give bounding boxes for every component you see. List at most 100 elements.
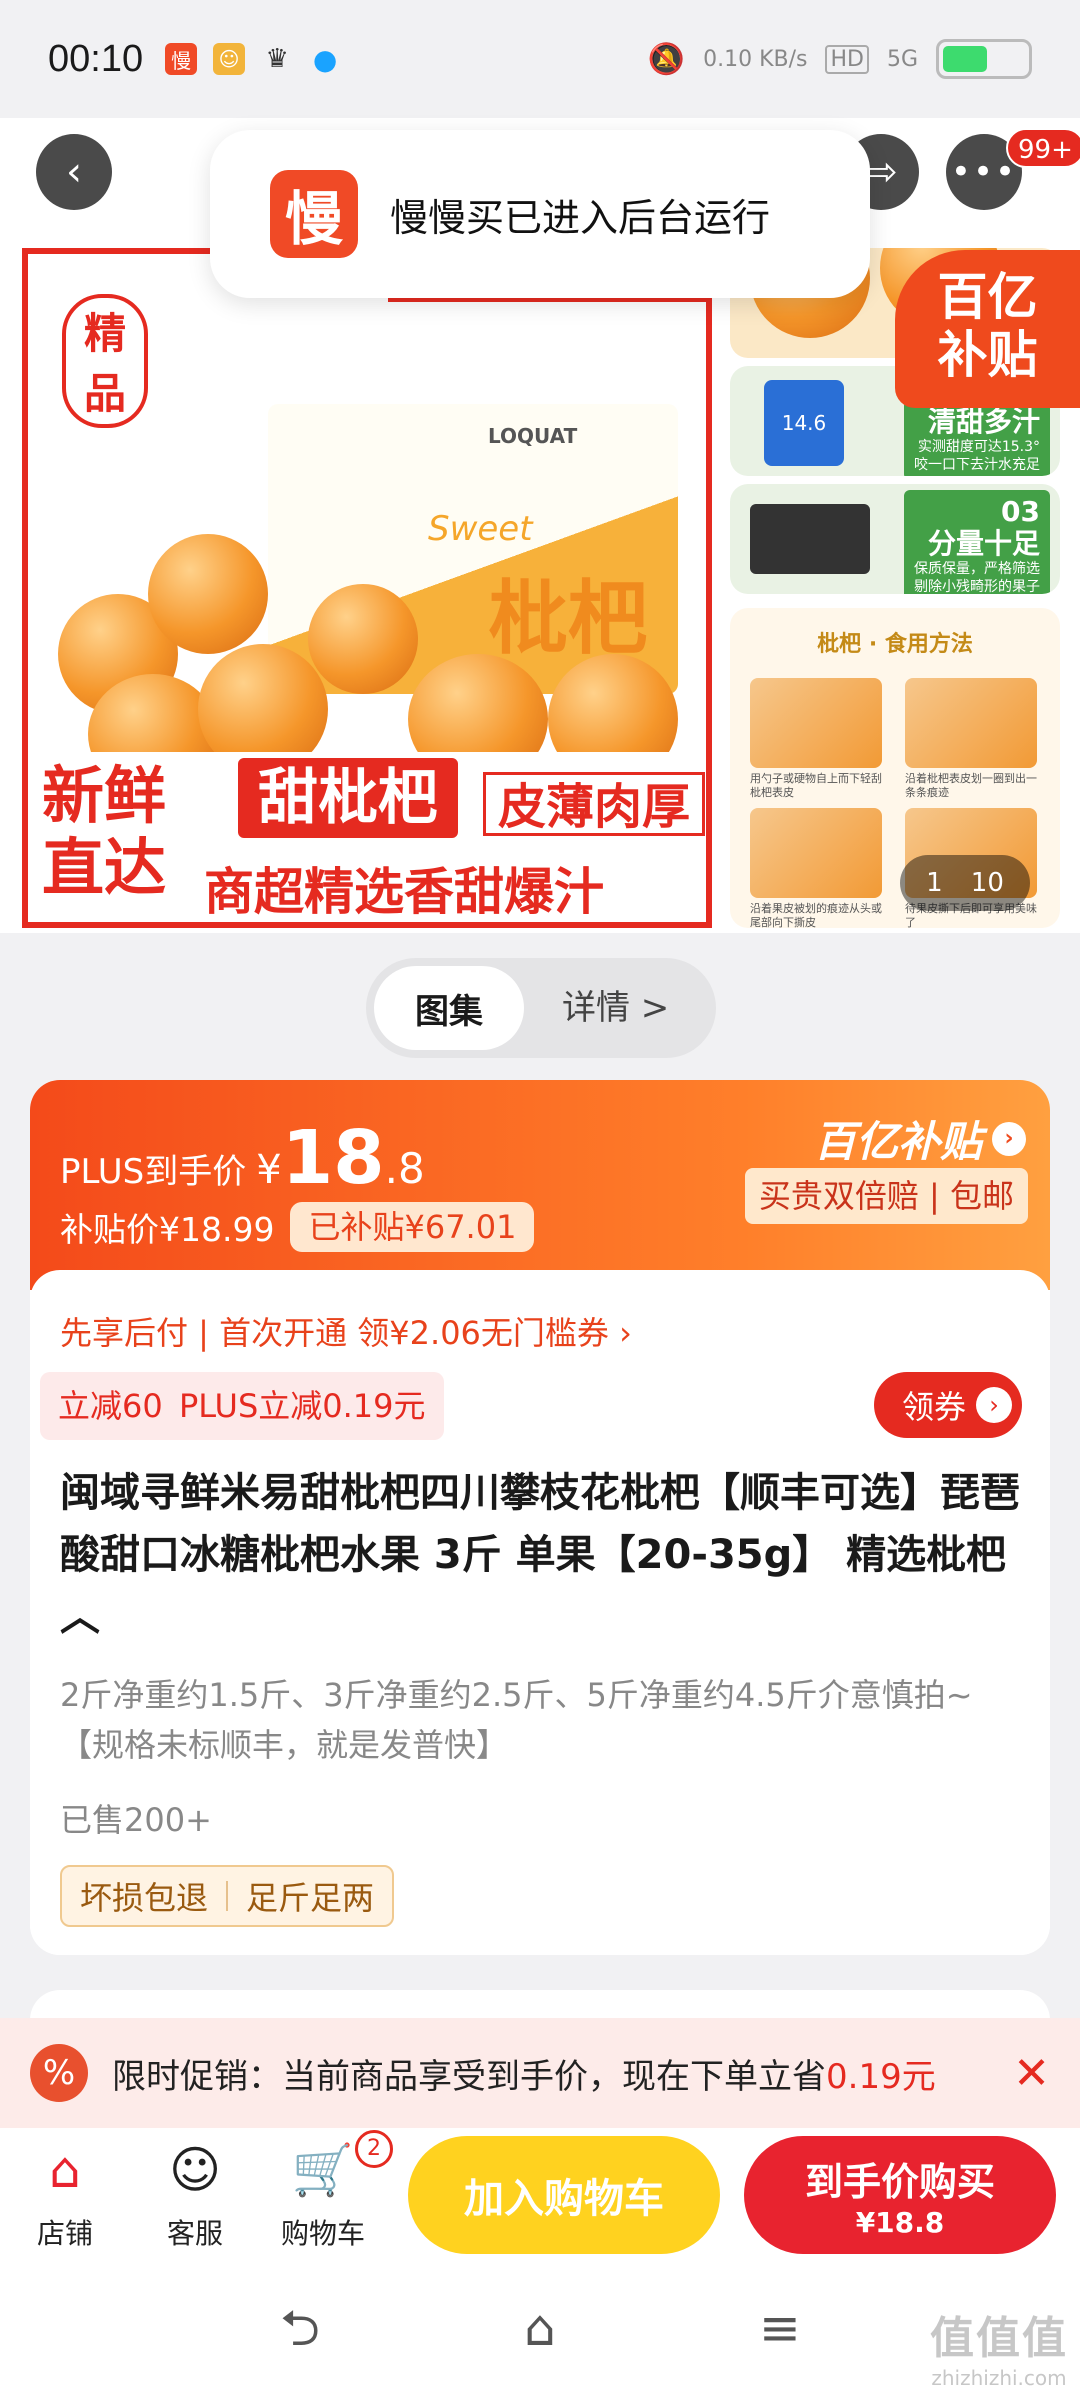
- buy-now-button[interactable]: 到手价购买 ¥18.8: [744, 2136, 1056, 2254]
- cart-label: 购物车: [280, 2217, 365, 2250]
- counter-total: 10: [970, 868, 1004, 898]
- store-button[interactable]: ⌂ 店铺: [10, 2138, 120, 2252]
- loquat-fruit: [308, 584, 418, 694]
- battery-icon: [936, 39, 1032, 79]
- box-brand: 枇杷: [488, 572, 648, 665]
- watermark-logo: 值值值: [930, 2313, 1068, 2364]
- slogan-left: 新鲜 直达: [42, 759, 167, 904]
- more-icon: •••: [950, 152, 1018, 192]
- store-label: 店铺: [36, 2217, 93, 2250]
- promo-chip: PLUS立减0.19元: [161, 1372, 444, 1440]
- manmanmai-app-icon: 慢: [270, 170, 358, 258]
- network-speed: 0.10 KB/s: [703, 46, 808, 72]
- price-decimal: .8: [384, 1144, 425, 1193]
- chevron-right-icon: ›: [992, 1121, 1026, 1156]
- page: 00:10 慢 ☺ ♛ ● 🔕 0.10 KB/s HD 5G 精品 LOQUA…: [0, 0, 1080, 2400]
- hero-slogan: 新鲜 直达 甜枇杷 皮薄肉厚 商超精选香甜爆汁: [28, 752, 706, 922]
- side-label-title: 03 分量十足: [927, 495, 1040, 560]
- image-counter: 1 10: [900, 855, 1030, 911]
- toast-text: 慢慢买已进入后台运行: [390, 195, 771, 240]
- currency-symbol: ¥: [256, 1147, 282, 1193]
- mute-icon: 🔕: [647, 41, 686, 77]
- guarantee-tag: 买贵双倍赔 | 包邮: [744, 1168, 1028, 1224]
- more-badge: 99+: [1006, 128, 1080, 168]
- service-tags[interactable]: 坏损包退 足斤足两: [60, 1865, 395, 1927]
- billion-subsidy-title: 百亿补贴: [813, 1117, 982, 1166]
- get-coupon-button[interactable]: 领券 ›: [873, 1372, 1022, 1438]
- loquat-fruit: [148, 534, 268, 654]
- system-navigation-bar: ⮌ ⌂ ≡ 值值值 zhizhizhi.com: [0, 2268, 1080, 2400]
- buy-now-label: 到手价购买: [804, 2160, 995, 2204]
- method-thumb: [905, 678, 1037, 768]
- customer-service-button[interactable]: ☺ 客服: [140, 2138, 250, 2252]
- cart-count-badge: 2: [355, 2130, 393, 2168]
- credit-pay-offer[interactable]: 先享后付 | 首次开通 领¥2.06无门槛券 ›: [60, 1308, 632, 1354]
- product-description: 2斤净重约1.5斤、3斤净重约2.5斤、5斤净重约4.5斤介意慎拍~【规格未标顺…: [60, 1676, 973, 1764]
- back-button[interactable]: ‹: [36, 134, 112, 210]
- counter-current: 1: [926, 868, 943, 898]
- watermark-url: zhizhizhi.com: [931, 2366, 1067, 2390]
- cart-icon: 🛒 2: [291, 2130, 393, 2202]
- close-icon[interactable]: ✕: [1013, 2048, 1050, 2099]
- side-label: 清甜多汁 实测甜度可达15.3° 咬一口下去汁水充足: [904, 400, 1050, 476]
- subsidy-price: 补贴价¥18.99: [60, 1210, 275, 1249]
- box-label: LOQUAT: [488, 424, 578, 448]
- tab-gallery[interactable]: 图集: [374, 966, 524, 1050]
- side-thumb-weight: 03 分量十足 保质保量，严格筛选 剔除小残畸形的果子: [730, 484, 1060, 594]
- billion-subsidy-badge: 百亿 补贴: [895, 250, 1080, 408]
- qq-icon: ●: [312, 42, 338, 76]
- bottom-action-bar: ⌂ 店铺 ☺ 客服 🛒 2 购物车 加入购物车 到手价购买 ¥18.8: [0, 2128, 1080, 2268]
- gallery-detail-switch: 图集 详情 >: [366, 958, 716, 1058]
- plus-price: PLUS到手价 ¥ 18 .8: [60, 1115, 425, 1201]
- buy-now-price: ¥18.8: [855, 2206, 945, 2239]
- coupon-label: 领券: [901, 1388, 966, 1426]
- subsidy-tag: 已补贴¥67.01: [290, 1202, 535, 1252]
- slogan-tag2: 皮薄肉厚: [483, 772, 706, 836]
- method-thumb: [750, 808, 882, 898]
- customer-service-icon: ☺: [168, 2141, 222, 2199]
- service-tag: 坏损包退: [80, 1879, 209, 1917]
- system-menu-icon[interactable]: ≡: [740, 2298, 820, 2358]
- product-title[interactable]: 闽域寻鲜米易甜枇杷四川攀枝花枇杷【顺丰可选】琵琶酸甜口冰糖枇杷水果 3斤 单果【…: [60, 1462, 1020, 1648]
- promo-amount: 0.19元: [826, 2056, 936, 2097]
- quality-badge: 精品: [62, 294, 148, 428]
- signal-icon: 5G: [886, 46, 918, 72]
- customer-service-label: 客服: [166, 2217, 223, 2250]
- chevron-right-icon: ›: [976, 1387, 1012, 1423]
- slogan-tag: 甜枇杷: [238, 758, 458, 838]
- discount-icon: %: [30, 2044, 88, 2102]
- limited-promo-banner[interactable]: % 限时促销：当前商品享受到手价，现在下单立省 0.19元 ✕: [0, 2018, 1080, 2128]
- price-card: PLUS到手价 ¥ 18 .8 补贴价¥18.99 已补贴¥67.01 百亿补贴…: [30, 1080, 1050, 1955]
- scale-icon: [750, 504, 870, 574]
- slogan-bottom: 商超精选香甜爆汁: [204, 863, 604, 921]
- subsidy-line: 补贴价¥18.99 已补贴¥67.01: [60, 1202, 535, 1252]
- service-tag: 足斤足两: [246, 1879, 375, 1917]
- side-label-title: 清甜多汁: [927, 405, 1040, 438]
- method-title: 枇杷 · 食用方法: [817, 632, 973, 657]
- promo-chip: 立减60: [40, 1372, 181, 1440]
- main-product-image[interactable]: 精品 LOQUAT Sweet 枇杷 新鲜 直达 甜枇杷 皮薄肉厚 商超精选香甜…: [22, 248, 712, 928]
- method-caption: 沿着果皮被划的痕迹从头或尾部向下撕皮: [750, 902, 882, 929]
- system-home-icon[interactable]: ⌂: [500, 2298, 580, 2358]
- side-label-sub: 保质保量，严格筛选 剔除小残畸形的果子: [914, 561, 1040, 594]
- store-icon: ⌂: [49, 2141, 81, 2199]
- method-thumb: [750, 678, 882, 768]
- app-notification-icon: ☺: [213, 43, 246, 75]
- tab-details[interactable]: 详情 >: [562, 958, 669, 1058]
- add-to-cart-button[interactable]: 加入购物车: [408, 2136, 720, 2254]
- product-info: 先享后付 | 首次开通 领¥2.06无门槛券 › 立减60 PLUS立减0.19…: [30, 1270, 1050, 1955]
- status-right: 🔕 0.10 KB/s HD 5G: [648, 39, 1032, 79]
- method-caption: 用勺子或硬物自上而下轻刮枇杷表皮: [750, 772, 882, 799]
- plus-price-label: PLUS到手价: [60, 1152, 247, 1192]
- billion-subsidy-link[interactable]: 百亿补贴 ›: [814, 1108, 1026, 1169]
- side-label-sub: 实测甜度可达15.3° 咬一口下去汁水充足: [914, 439, 1040, 473]
- watermark: 值值值 zhizhizhi.com: [930, 2302, 1068, 2390]
- side-label: 03 分量十足 保质保量，严格筛选 剔除小残畸形的果子: [904, 490, 1050, 594]
- crown-icon: ♛: [265, 44, 289, 74]
- background-toast: 慢 慢慢买已进入后台运行: [210, 130, 870, 298]
- box-sweet: Sweet: [428, 509, 533, 549]
- cart-button[interactable]: 🛒 2 购物车: [268, 2130, 393, 2252]
- status-bar: 00:10 慢 ☺ ♛ ● 🔕 0.10 KB/s HD 5G: [0, 0, 1080, 118]
- status-time: 00:10: [48, 37, 144, 80]
- system-back-icon[interactable]: ⮌: [260, 2298, 340, 2358]
